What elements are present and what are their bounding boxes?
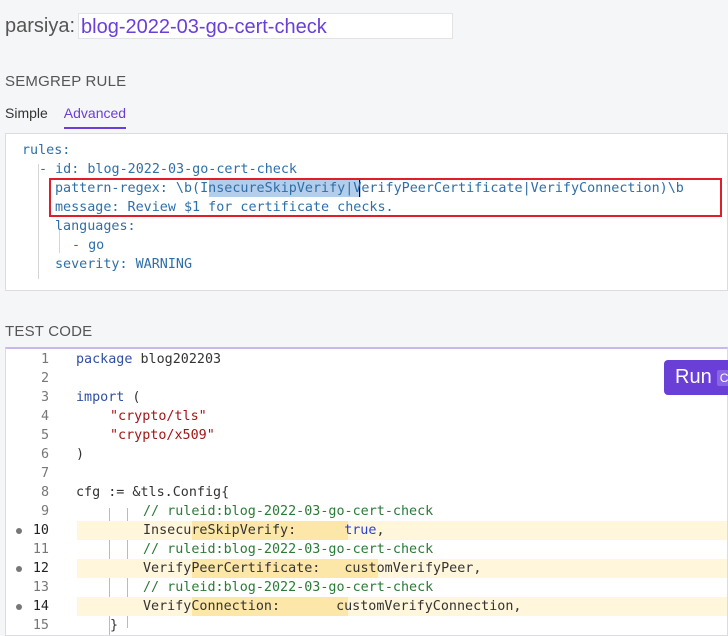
yaml-value: blog-2022-03-go-cert-check xyxy=(79,162,297,177)
code-token: , xyxy=(376,523,385,538)
yaml-line: languages: xyxy=(55,219,136,234)
code-line-match: 10 InsecureSkipVerify: true, xyxy=(6,521,727,540)
line-number: 14 xyxy=(32,599,49,614)
line-number: 6 xyxy=(40,447,49,462)
yaml-dash: - xyxy=(39,162,56,177)
yaml-line: rules: xyxy=(22,143,71,158)
code-token: InsecureSkipVerify: xyxy=(143,523,297,538)
code-line: 11 // ruleid:blog-2022-03-go-cert-check xyxy=(6,540,727,559)
line-number: 4 xyxy=(40,409,49,424)
code-text: VerifyConnection: customVerifyConnection, xyxy=(143,597,522,616)
line-number: 13 xyxy=(32,580,49,595)
code-line: 15 } xyxy=(6,616,727,635)
yaml-line: severity: WARNING xyxy=(55,255,192,274)
code-token: blog202203 xyxy=(132,352,222,367)
code-line: 8 cfg := &tls.Config{ xyxy=(6,483,727,502)
code-token: ( xyxy=(124,390,141,405)
owner-label: parsiya: xyxy=(5,14,76,37)
code-text: InsecureSkipVerify: true, xyxy=(143,521,385,540)
code-token: customVerifyConnection, xyxy=(336,599,522,614)
rule-name-input[interactable]: blog-2022-03-go-cert-check xyxy=(78,13,454,39)
tab-advanced[interactable]: Advanced xyxy=(63,105,127,129)
test-code-title: TEST CODE xyxy=(5,323,93,340)
code-text: "crypto/x509" xyxy=(110,428,215,443)
code-line: 13 // ruleid:blog-2022-03-go-cert-check xyxy=(6,578,727,597)
code-text: import ( xyxy=(76,388,141,407)
line-number: 5 xyxy=(40,428,49,443)
yaml-line: - go xyxy=(72,238,105,253)
code-token: VerifyPeerCertificate: xyxy=(143,561,321,576)
indent-guide xyxy=(38,164,39,279)
line-number: 2 xyxy=(40,371,49,386)
code-line: 7 xyxy=(6,464,727,483)
line-number: 15 xyxy=(32,618,49,633)
code-text: } xyxy=(110,618,119,633)
rule-tabs: Simple Advanced xyxy=(5,105,127,129)
code-text: ) xyxy=(76,447,85,462)
yaml-key: id: xyxy=(55,162,80,177)
code-text: "crypto/tls" xyxy=(110,409,207,424)
annotation-box xyxy=(49,178,722,217)
code-line: 4 "crypto/tls" xyxy=(6,407,727,426)
run-label: Run xyxy=(675,366,712,388)
line-number: 11 xyxy=(32,542,49,557)
semgrep-rule-title: SEMGREP RULE xyxy=(5,73,127,90)
line-number: 9 xyxy=(40,504,49,519)
code-token: customVerifyPeer, xyxy=(344,561,482,576)
code-token: package xyxy=(76,352,133,367)
code-comment: // ruleid:blog-2022-03-go-cert-check xyxy=(143,504,434,519)
code-line-match: 12 VerifyPeerCertificate: customVerifyPee… xyxy=(6,559,727,578)
code-token: VerifyConnection: xyxy=(143,599,281,614)
code-text: cfg := &tls.Config{ xyxy=(76,485,230,500)
code-token: true xyxy=(344,523,377,538)
code-line: 6 ) xyxy=(6,445,727,464)
code-token: import xyxy=(76,390,125,405)
line-number: 7 xyxy=(40,466,49,481)
code-text: package blog202203 xyxy=(76,350,221,369)
test-code-editor[interactable]: 1 package blog202203 2 3 import ( 4 "cry… xyxy=(5,347,728,636)
run-shortcut-hint: Ctrl xyxy=(716,369,728,386)
code-comment: // ruleid:blog-2022-03-go-cert-check xyxy=(143,542,434,557)
yaml-key: severity: xyxy=(55,257,128,272)
rule-yaml-editor[interactable]: rules: - id: blog-2022-03-go-cert-check … xyxy=(5,133,728,291)
code-comment: // ruleid:blog-2022-03-go-cert-check xyxy=(143,580,434,595)
code-line: 1 package blog202203 xyxy=(6,350,727,369)
run-button[interactable]: Run Ctrl xyxy=(664,360,728,395)
code-line-match: 14 VerifyConnection: customVerifyConnecti… xyxy=(6,597,727,616)
code-line: 9 // ruleid:blog-2022-03-go-cert-check xyxy=(6,502,727,521)
code-line: 2 xyxy=(6,369,727,388)
line-number: 3 xyxy=(40,390,49,405)
yaml-line: - id: blog-2022-03-go-cert-check xyxy=(39,160,297,179)
code-line: 5 "crypto/x509" xyxy=(6,426,727,445)
tab-simple[interactable]: Simple xyxy=(5,105,48,129)
line-number: 12 xyxy=(32,561,49,576)
rule-header: parsiya: blog-2022-03-go-cert-check xyxy=(5,12,454,40)
line-number: 1 xyxy=(40,352,49,367)
yaml-value: WARNING xyxy=(127,257,193,272)
line-number: 10 xyxy=(32,523,49,538)
line-number: 8 xyxy=(40,485,49,500)
code-line: 3 import ( xyxy=(6,388,727,407)
code-text: VerifyPeerCertificate: customVerifyPeer, xyxy=(143,559,481,578)
